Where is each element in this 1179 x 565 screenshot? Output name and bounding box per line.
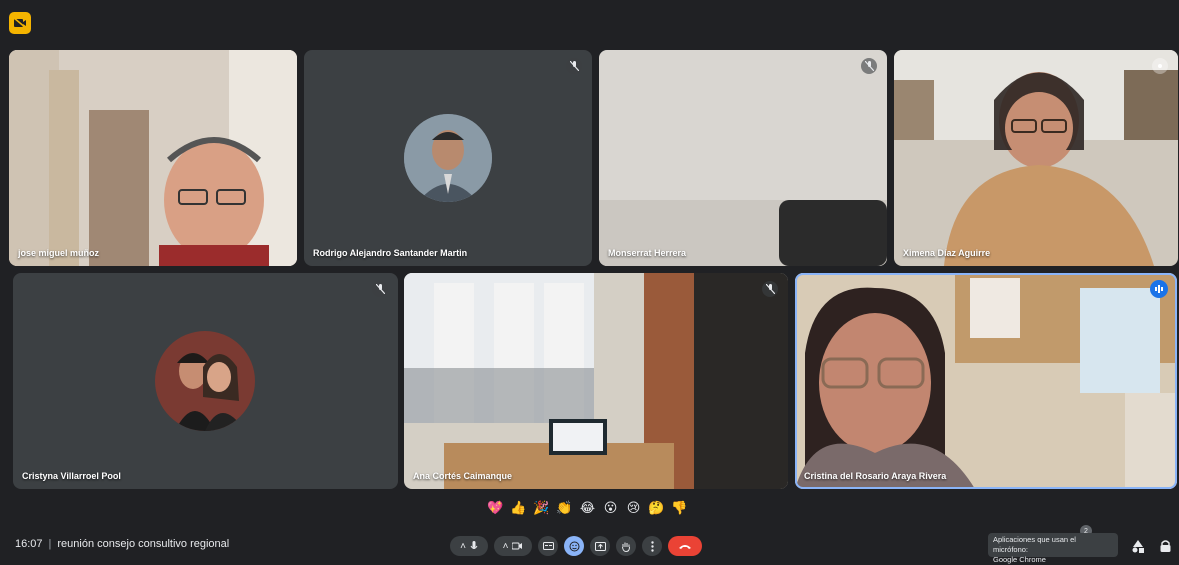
participant-tile-jose[interactable]: jose miguel muñoz <box>9 50 297 266</box>
camera-button[interactable]: ˄ <box>494 536 532 556</box>
raise-hand-button[interactable] <box>616 536 636 556</box>
mic-off-icon <box>372 281 388 297</box>
call-controls: ˄ ˄ <box>450 536 702 556</box>
present-icon <box>594 541 606 551</box>
reaction-surprised[interactable]: 😮 <box>602 499 619 516</box>
participant-tile-rodrigo[interactable]: Rodrigo Alejandro Santander Martin <box>304 50 592 266</box>
participant-name: Cristina del Rosario Araya Rivera <box>804 471 947 481</box>
participant-tile-cristyna[interactable]: Cristyna Villarroel Pool <box>13 273 398 489</box>
participant-tile-ximena[interactable]: Ximena Díaz Aguirre <box>894 50 1178 266</box>
hang-up-icon <box>679 544 691 549</box>
reaction-thumbs-up[interactable]: 👍 <box>510 499 527 516</box>
camera-off-badge-icon[interactable] <box>9 12 31 34</box>
speaking-indicator-icon <box>1150 280 1168 298</box>
video-feed <box>9 50 297 266</box>
participant-name: Ximena Díaz Aguirre <box>903 248 991 258</box>
emoji-icon <box>569 541 579 551</box>
captions-button[interactable] <box>538 536 558 556</box>
more-options-button[interactable] <box>642 536 662 556</box>
reaction-sad[interactable]: 😢 <box>625 499 642 516</box>
video-feed <box>404 273 788 489</box>
lock-person-icon <box>1160 540 1170 552</box>
more-vert-icon <box>650 540 654 552</box>
participant-avatar <box>404 114 492 202</box>
meeting-title: reunión consejo consultivo regional <box>57 538 230 550</box>
reaction-laugh[interactable]: 😂 <box>579 499 596 516</box>
notification-line-2: Google Chrome <box>993 555 1046 564</box>
mic-off-icon <box>566 58 582 74</box>
participant-name: jose miguel muñoz <box>18 248 100 258</box>
separator: | <box>48 538 52 550</box>
reactions-bar: 💖 👍 🎉 👏 😂 😮 😢 🤔 👎 <box>487 499 688 516</box>
participant-name: Monserrat Herrera <box>608 248 687 258</box>
participant-name: Rodrigo Alejandro Santander Martin <box>313 248 468 258</box>
participant-name: Ana Cortés Caimanque <box>413 471 513 481</box>
reaction-clap[interactable]: 👏 <box>556 499 573 516</box>
video-feed <box>599 50 887 266</box>
notification-line-1: Aplicaciones que usan el micrófono: <box>993 535 1076 554</box>
reaction-thinking[interactable]: 🤔 <box>648 499 665 516</box>
participant-tile-cristina[interactable]: Cristina del Rosario Araya Rivera <box>795 273 1177 489</box>
shapes-icon <box>1132 540 1144 553</box>
emoji-button[interactable] <box>564 536 584 556</box>
mic-button[interactable]: ˄ <box>450 536 488 556</box>
reaction-party[interactable]: 🎉 <box>533 499 550 516</box>
video-feed <box>795 273 1177 489</box>
reaction-heart[interactable]: 💖 <box>487 499 504 516</box>
chevron-up-icon[interactable]: ˄ <box>503 541 509 552</box>
more-options-icon[interactable] <box>1152 58 1168 74</box>
participant-tile-ana[interactable]: Ana Cortés Caimanque <box>404 273 788 489</box>
chevron-up-icon[interactable]: ˄ <box>460 541 466 552</box>
host-controls-button[interactable] <box>1155 536 1175 556</box>
present-button[interactable] <box>590 536 610 556</box>
mic-apps-notification[interactable]: Aplicaciones que usan el micrófono: Goog… <box>988 533 1118 564</box>
participant-tile-monserrat[interactable]: Monserrat Herrera <box>599 50 887 266</box>
participant-avatar <box>155 331 255 431</box>
activities-button[interactable] <box>1128 536 1148 556</box>
leave-call-button[interactable] <box>668 536 702 556</box>
camera-icon <box>512 542 523 550</box>
participant-name: Cristyna Villarroel Pool <box>22 471 121 481</box>
reaction-thumbs-down[interactable]: 👎 <box>671 499 688 516</box>
video-feed <box>894 50 1178 266</box>
mic-off-icon <box>861 58 877 74</box>
hand-icon <box>622 542 630 552</box>
microphone-icon <box>470 540 478 549</box>
meeting-info: 16:07 | reunión consejo consultivo regiona… <box>15 538 229 550</box>
meeting-time: 16:07 <box>15 538 43 550</box>
mic-off-icon <box>762 281 778 297</box>
captions-icon <box>542 542 554 550</box>
